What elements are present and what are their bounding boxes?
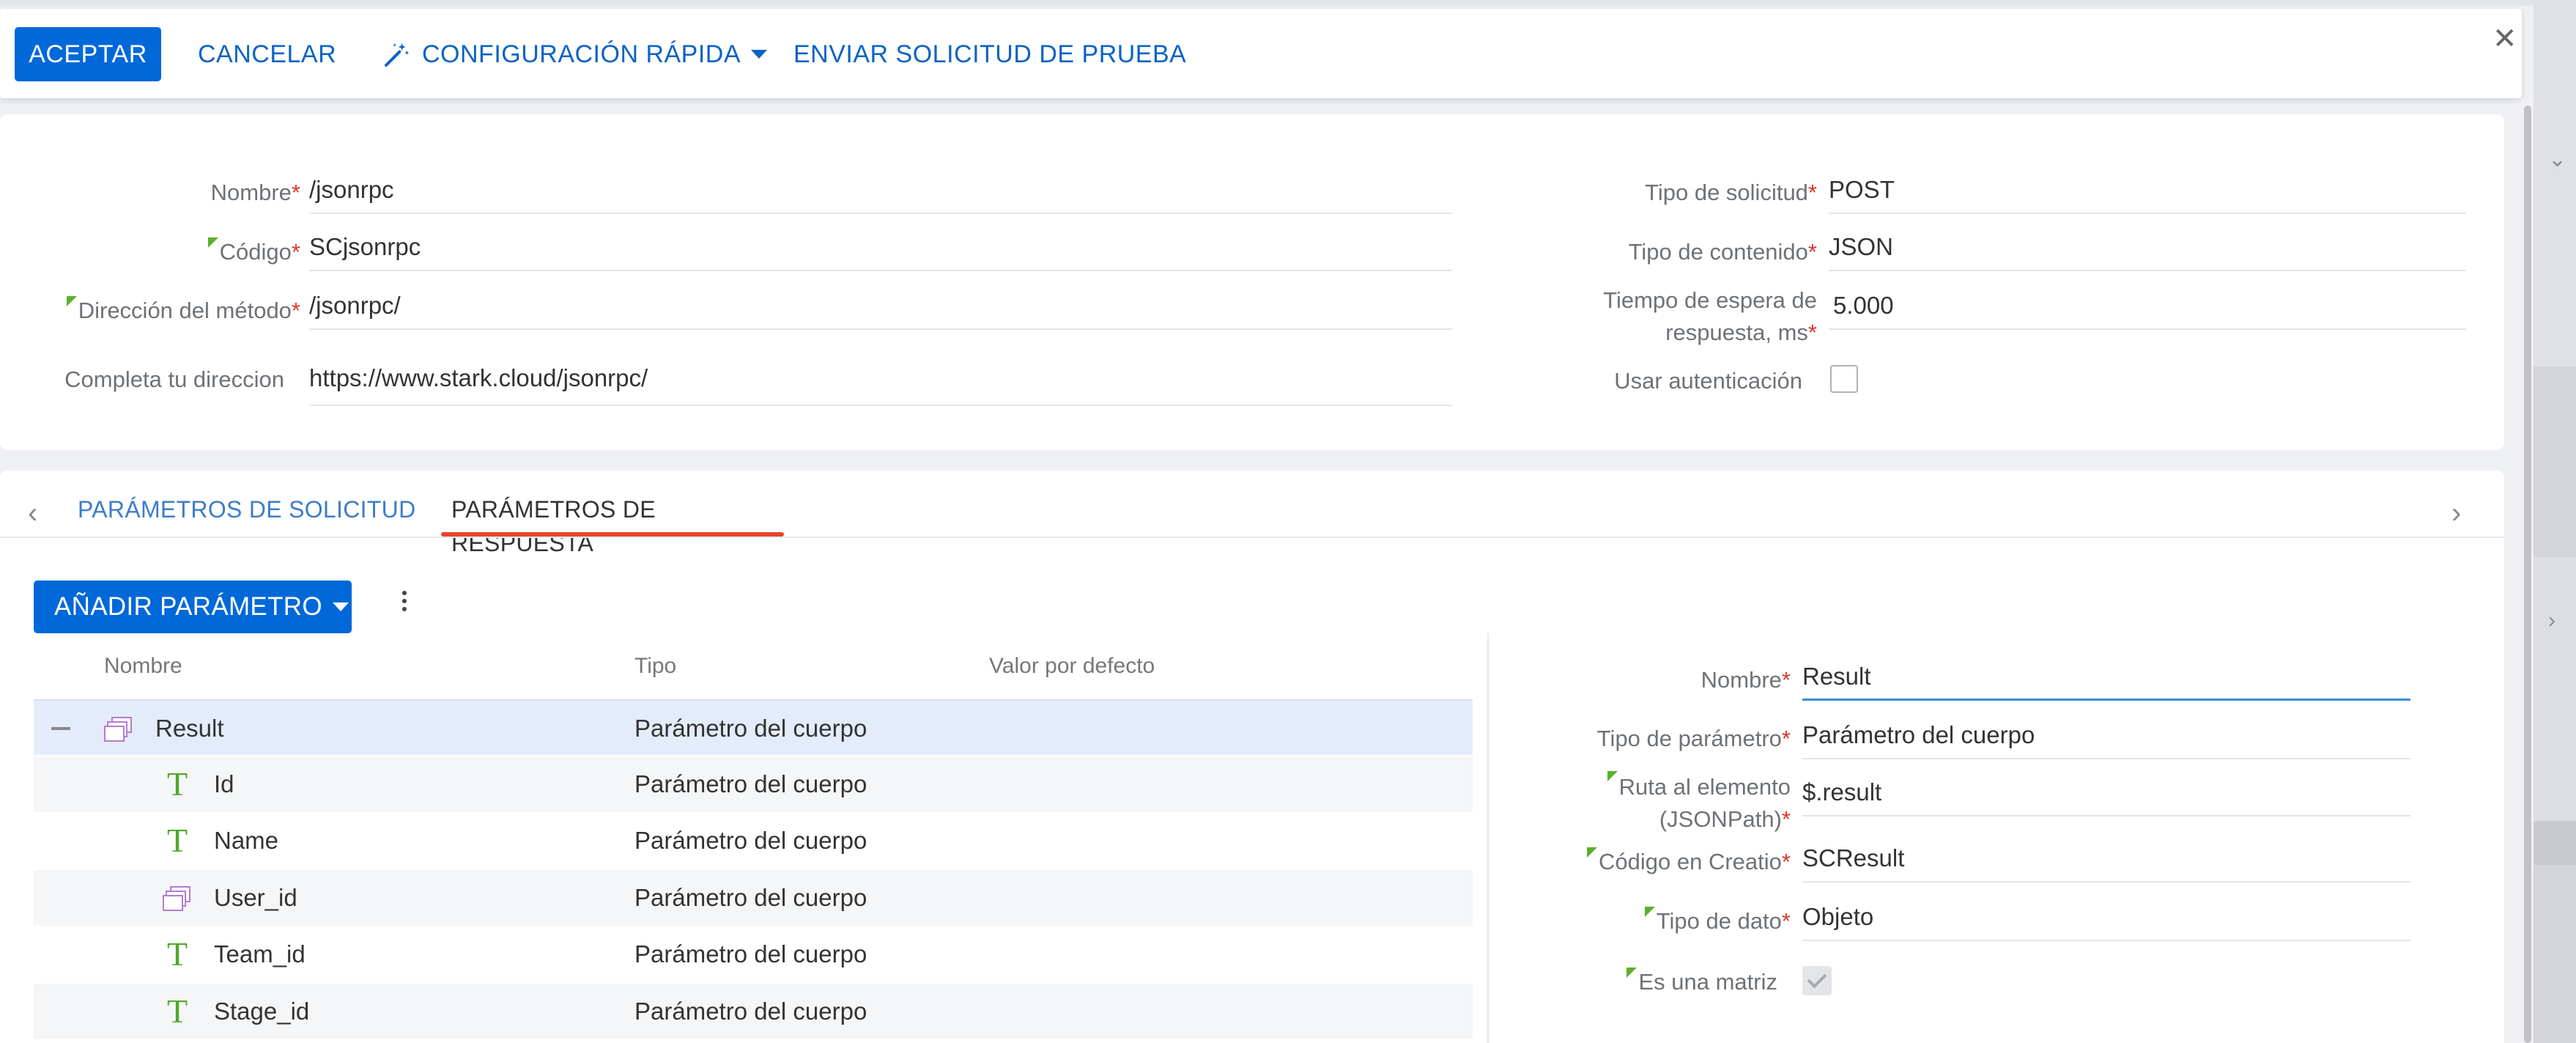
cancel-button[interactable]: CANCELAR — [198, 27, 336, 81]
collapse-icon[interactable] — [51, 727, 70, 730]
text-type-icon: T — [167, 822, 188, 859]
row-type: Parámetro del cuerpo — [634, 827, 867, 854]
text-type-icon: T — [167, 765, 188, 803]
is-array-label: Es una matriz — [1502, 968, 1777, 997]
send-test-request-button[interactable]: ENVIAR SOLICITUD DE PRUEBA — [793, 27, 1186, 81]
method-address-field[interactable]: /jsonrpc/ — [309, 287, 1452, 330]
full-address-label: Completa tu direccion — [64, 366, 284, 392]
parameters-card: ‹ PARÁMETROS DE SOLICITUD PARÁMETROS DE … — [0, 471, 2504, 1043]
column-header-default[interactable]: Valor por defecto — [989, 654, 1155, 679]
toolbar: ACEPTAR CANCELAR CONFIGURACIÓN RÁPIDA EN… — [0, 9, 2522, 98]
row-name: Stage_id — [214, 998, 310, 1025]
add-parameter-button[interactable]: AÑADIR PARÁMETRO — [34, 581, 352, 633]
tab-response-params[interactable]: PARÁMETROS DE RESPUESTA — [441, 493, 785, 556]
hint-marker-icon — [1626, 968, 1637, 978]
content-type-label: Tipo de contenido* — [1628, 239, 1817, 265]
creatio-code-field[interactable]: SCResult — [1802, 840, 2410, 882]
tab-request-params[interactable]: PARÁMETROS DE SOLICITUD — [78, 493, 415, 537]
request-type-label: Tipo de solicitud* — [1645, 180, 1817, 205]
json-path-field[interactable]: $.result — [1802, 774, 2410, 817]
backdrop-strip: ⌄ › — [2534, 0, 2576, 1043]
row-name: User_id — [214, 884, 297, 911]
hint-marker-icon — [207, 237, 218, 248]
object-icon — [163, 886, 192, 911]
text-type-icon: T — [167, 992, 188, 1030]
content-type-field[interactable]: JSON — [1829, 229, 2466, 271]
table-row[interactable]: T Id Parámetro del cuerpo — [34, 756, 1473, 812]
code-field-label: Código* — [29, 237, 300, 267]
code-field[interactable]: SCjsonrpc — [309, 229, 1452, 271]
method-address-label: Dirección del método* — [29, 296, 300, 325]
hint-marker-icon — [66, 296, 77, 306]
detail-name-label: Nombre* — [1700, 667, 1791, 693]
row-type: Parámetro del cuerpo — [634, 940, 867, 968]
data-type-label: Tipo de dato* — [1502, 907, 1791, 936]
top-accent-line — [0, 0, 2534, 6]
use-auth-label: Usar autenticación — [1614, 368, 1802, 394]
close-icon[interactable]: ✕ — [2492, 22, 2517, 56]
scrollbar[interactable] — [2522, 98, 2534, 1043]
quick-setup-label: CONFIGURACIÓN RÁPIDA — [422, 40, 741, 68]
method-settings-card: Nombre* /jsonrpc Código* SCjsonrpc Direc… — [0, 114, 2504, 450]
hint-marker-icon — [1644, 907, 1655, 917]
row-type: Parámetro del cuerpo — [634, 884, 867, 911]
text-type-icon: T — [167, 935, 188, 973]
tab-scroll-left-icon[interactable]: ‹ — [28, 497, 37, 530]
table-row[interactable]: Result Parámetro del cuerpo — [34, 699, 1473, 755]
detail-name-field[interactable]: Result — [1802, 658, 2410, 701]
table-row[interactable]: T Name Parámetro del cuerpo — [34, 813, 1473, 869]
object-icon — [104, 717, 133, 742]
table-row[interactable]: T Team_id Parámetro del cuerpo — [34, 926, 1473, 982]
timeout-label: Tiempo de espera de respuesta, ms* — [1603, 287, 1817, 345]
table-row[interactable]: T Stage_id Parámetro del cuerpo — [34, 984, 1473, 1039]
row-type: Parámetro del cuerpo — [634, 770, 867, 797]
chevron-down-icon: ⌄ — [2548, 147, 2567, 172]
column-header-name[interactable]: Nombre — [104, 654, 182, 679]
hint-marker-icon — [1607, 771, 1618, 781]
magic-wand-icon — [385, 43, 410, 67]
chevron-right-icon: › — [2548, 608, 2555, 633]
tab-scroll-right-icon[interactable]: › — [2451, 497, 2461, 530]
row-type: Parámetro del cuerpo — [634, 998, 867, 1025]
is-array-checkbox — [1802, 966, 1832, 995]
request-type-field[interactable]: POST — [1829, 172, 2466, 214]
name-field-label: Nombre* — [210, 180, 300, 205]
more-options-icon[interactable] — [396, 588, 413, 624]
param-type-field[interactable]: Parámetro del cuerpo — [1802, 717, 2410, 759]
data-type-field[interactable]: Objeto — [1802, 899, 2410, 941]
row-name: Id — [214, 770, 234, 797]
row-name: Name — [214, 827, 279, 854]
json-path-label: Ruta al elemento (JSONPath)* — [1502, 771, 1791, 836]
name-field[interactable]: /jsonrpc — [309, 172, 1452, 214]
timeout-field[interactable]: 5.000 — [1829, 287, 2466, 330]
caret-down-icon — [332, 602, 349, 611]
table-row[interactable]: User_id Parámetro del cuerpo — [34, 870, 1473, 926]
row-name: Team_id — [214, 940, 306, 968]
row-type: Parámetro del cuerpo — [634, 715, 867, 742]
use-auth-checkbox[interactable] — [1830, 365, 1858, 393]
column-header-type[interactable]: Tipo — [634, 654, 676, 679]
scrollbar-thumb[interactable] — [2524, 106, 2531, 1043]
quick-setup-button[interactable]: CONFIGURACIÓN RÁPIDA — [382, 27, 768, 81]
row-name: Result — [155, 715, 224, 742]
caret-down-icon — [751, 50, 768, 59]
accept-button[interactable]: ACEPTAR — [15, 27, 161, 81]
param-type-label: Tipo de parámetro* — [1596, 726, 1791, 751]
hint-marker-icon — [1587, 847, 1598, 858]
creatio-code-label: Código en Creatio* — [1502, 847, 1791, 877]
full-address-field[interactable]: https://www.stark.cloud/jsonrpc/ — [309, 356, 1452, 406]
